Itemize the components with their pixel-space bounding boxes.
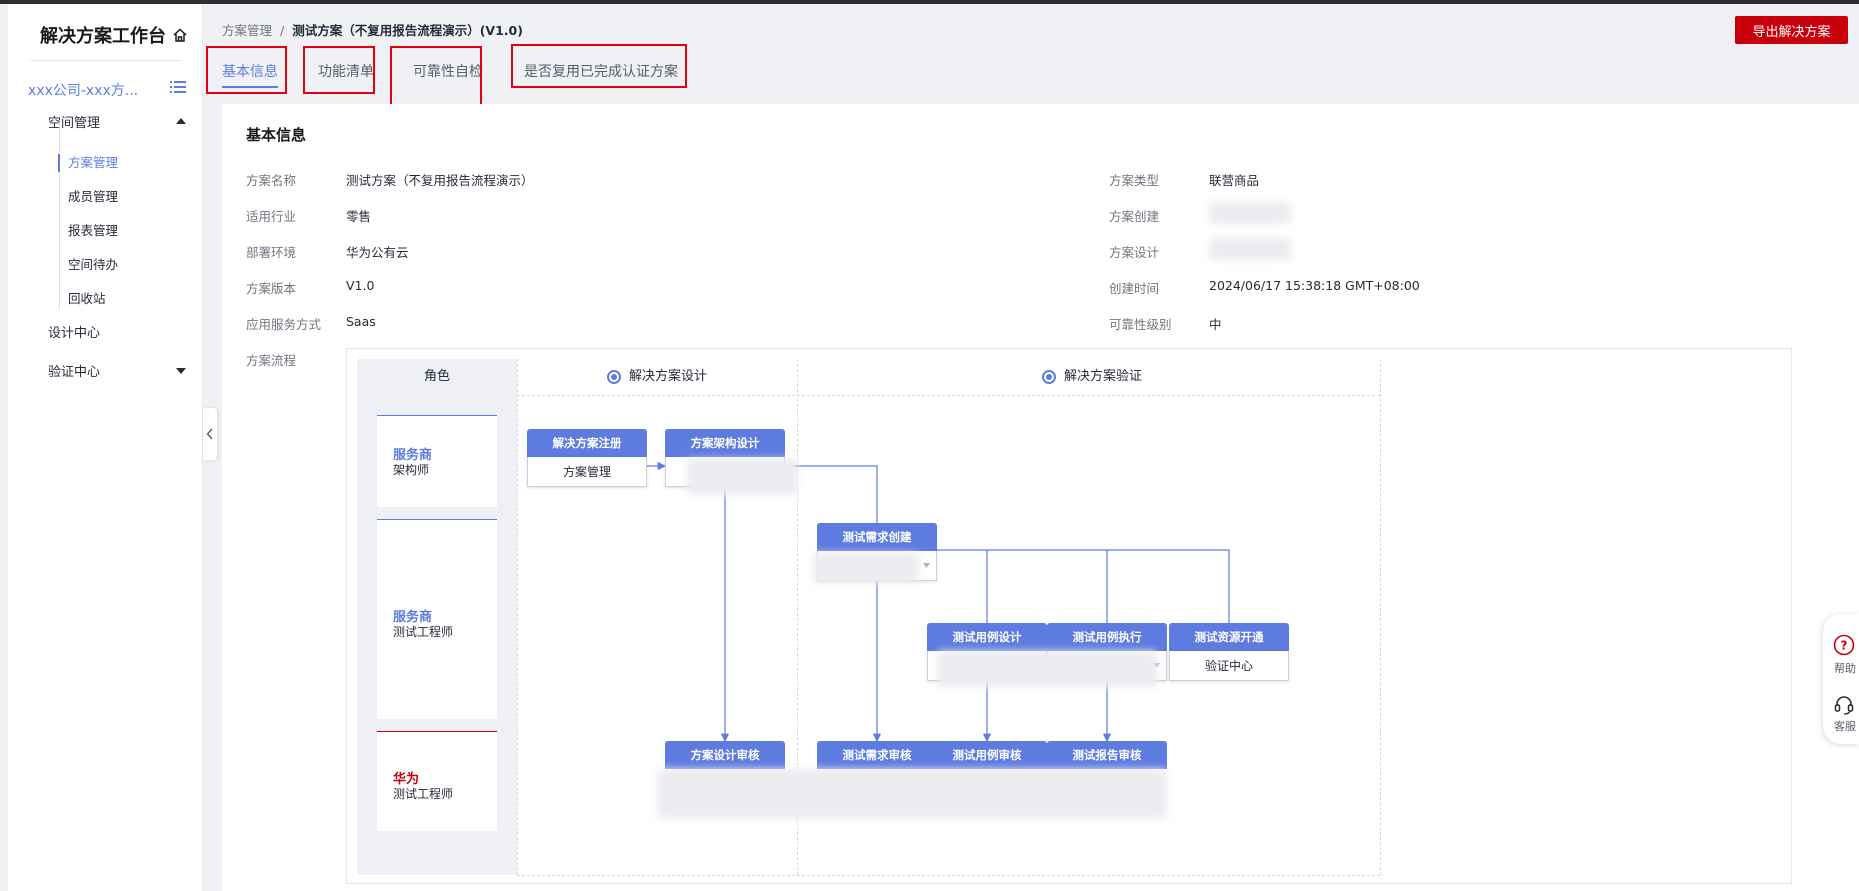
caret-down-icon[interactable] [176, 367, 186, 375]
redacted-value [687, 459, 797, 495]
svg-text:?: ? [1841, 639, 1848, 653]
customer-service-label[interactable]: 客服 [1827, 718, 1859, 734]
submenu-guide-line [59, 122, 60, 310]
field-value: 联营商品 [1209, 173, 1260, 188]
redacted-value [1209, 202, 1291, 224]
field-label: 应用服务方式 [246, 317, 322, 332]
redacted-value [657, 769, 1167, 819]
breadcrumb: 方案管理 / 测试方案（不复用报告流程演示）(V1.0) [222, 20, 523, 39]
home-icon[interactable] [172, 27, 188, 43]
nav-item-report-mgmt[interactable]: 报表管理 [68, 220, 118, 239]
dropdown-caret-icon[interactable] [923, 563, 930, 568]
node-title: 测试用例执行 [1047, 623, 1167, 651]
field-label: 创建时间 [1109, 281, 1160, 296]
annotation-box-reuse [511, 44, 687, 88]
column-divider [1380, 359, 1381, 875]
field-value: Saas [346, 314, 376, 329]
section-title: 基本信息 [246, 126, 307, 144]
redacted-value [937, 651, 1157, 687]
flow-canvas: 角色 服务商 架构师 服务商 测试工程师 华为 测试工程师 解决方案设计 解决方… [357, 359, 1381, 876]
flow-node-design-review[interactable]: 方案设计审核 [665, 741, 785, 769]
field-value: 华为公有云 [346, 245, 409, 260]
field-label: 方案类型 [1109, 173, 1160, 188]
submenu-active-indicator [58, 154, 60, 172]
field-label: 可靠性级别 [1109, 317, 1172, 332]
sidebar-collapse-button[interactable] [203, 408, 217, 460]
flow-node-requirement-review[interactable]: 测试需求审核 [817, 741, 937, 769]
field-label: 适用行业 [246, 209, 297, 224]
node-title: 测试用例审核 [927, 741, 1047, 769]
space-selector[interactable]: xxx公司-xxx方... [28, 80, 138, 100]
field-label: 部署环境 [246, 245, 297, 260]
annotation-box-reliability [390, 46, 482, 109]
field-value: V1.0 [346, 278, 375, 293]
sidebar: 解决方案工作台 xxx公司-xxx方... 空间管理 方案管理 成员管理 报表管… [8, 4, 203, 891]
help-label[interactable]: 帮助 [1827, 660, 1859, 676]
nav-group-design[interactable]: 设计中心 [48, 322, 100, 341]
flow-node-test-resource-provision[interactable]: 测试资源开通 验证中心 [1169, 623, 1289, 681]
node-body[interactable]: 验证中心 [1169, 651, 1289, 681]
field-label: 方案流程 [246, 353, 297, 368]
node-title: 测试需求审核 [817, 741, 937, 769]
list-icon[interactable] [170, 80, 186, 94]
brand-title[interactable]: 解决方案工作台 [40, 22, 188, 48]
floating-help-panel: ? 帮助 客服 [1823, 614, 1859, 744]
field-label: 方案设计 [1109, 245, 1160, 260]
brand-divider [30, 60, 182, 61]
annotation-box-basic-info [206, 46, 287, 94]
field-value: 2024/06/17 15:38:18 GMT+08:00 [1209, 278, 1420, 293]
redacted-value [813, 553, 919, 583]
node-title: 测试报告审核 [1047, 741, 1167, 769]
nav-item-space-todo[interactable]: 空间待办 [68, 254, 118, 273]
flow-node-test-case-review[interactable]: 测试用例审核 [927, 741, 1047, 769]
node-title: 方案架构设计 [665, 429, 785, 457]
breadcrumb-current: 测试方案（不复用报告流程演示）(V1.0) [292, 23, 523, 38]
export-solution-button[interactable]: 导出解决方案 [1735, 16, 1848, 44]
brand-text: 解决方案工作台 [40, 26, 166, 47]
breadcrumb-separator: / [280, 23, 285, 38]
solution-flow-diagram: 角色 服务商 架构师 服务商 测试工程师 华为 测试工程师 解决方案设计 解决方… [346, 348, 1792, 884]
node-body[interactable]: 方案管理 [527, 457, 647, 487]
customer-service-icon[interactable] [1833, 694, 1855, 716]
redacted-value [1209, 238, 1291, 260]
node-title: 解决方案注册 [527, 429, 647, 457]
nav-group-space[interactable]: 空间管理 [48, 112, 100, 131]
field-label: 方案创建 [1109, 209, 1160, 224]
field-label: 方案名称 [246, 173, 297, 188]
bottom-divider [517, 875, 1380, 876]
content-card: 基本信息 方案名称 测试方案（不复用报告流程演示） 适用行业 零售 部署环境 华… [222, 104, 1859, 891]
field-value: 中 [1209, 317, 1222, 332]
flow-node-solution-register[interactable]: 解决方案注册 方案管理 [527, 429, 647, 487]
nav-item-recycle-bin[interactable]: 回收站 [68, 288, 106, 307]
nav-group-verify[interactable]: 验证中心 [48, 361, 100, 380]
field-value: 测试方案（不复用报告流程演示） [346, 173, 534, 188]
field-value: 零售 [346, 209, 372, 224]
breadcrumb-parent[interactable]: 方案管理 [222, 23, 272, 38]
flow-node-test-report-review[interactable]: 测试报告审核 [1047, 741, 1167, 769]
chevron-left-icon [206, 428, 213, 440]
nav-item-member-mgmt[interactable]: 成员管理 [68, 186, 118, 205]
node-title: 测试用例设计 [927, 623, 1047, 651]
nav-item-solution-mgmt[interactable]: 方案管理 [68, 152, 118, 171]
node-title: 方案设计审核 [665, 741, 785, 769]
top-strip [0, 0, 1859, 4]
node-title: 测试资源开通 [1169, 623, 1289, 651]
node-title: 测试需求创建 [817, 523, 937, 551]
caret-up-icon[interactable] [176, 117, 186, 125]
annotation-box-feature-list [303, 46, 375, 94]
field-label: 方案版本 [246, 281, 297, 296]
help-icon[interactable]: ? [1833, 634, 1855, 656]
